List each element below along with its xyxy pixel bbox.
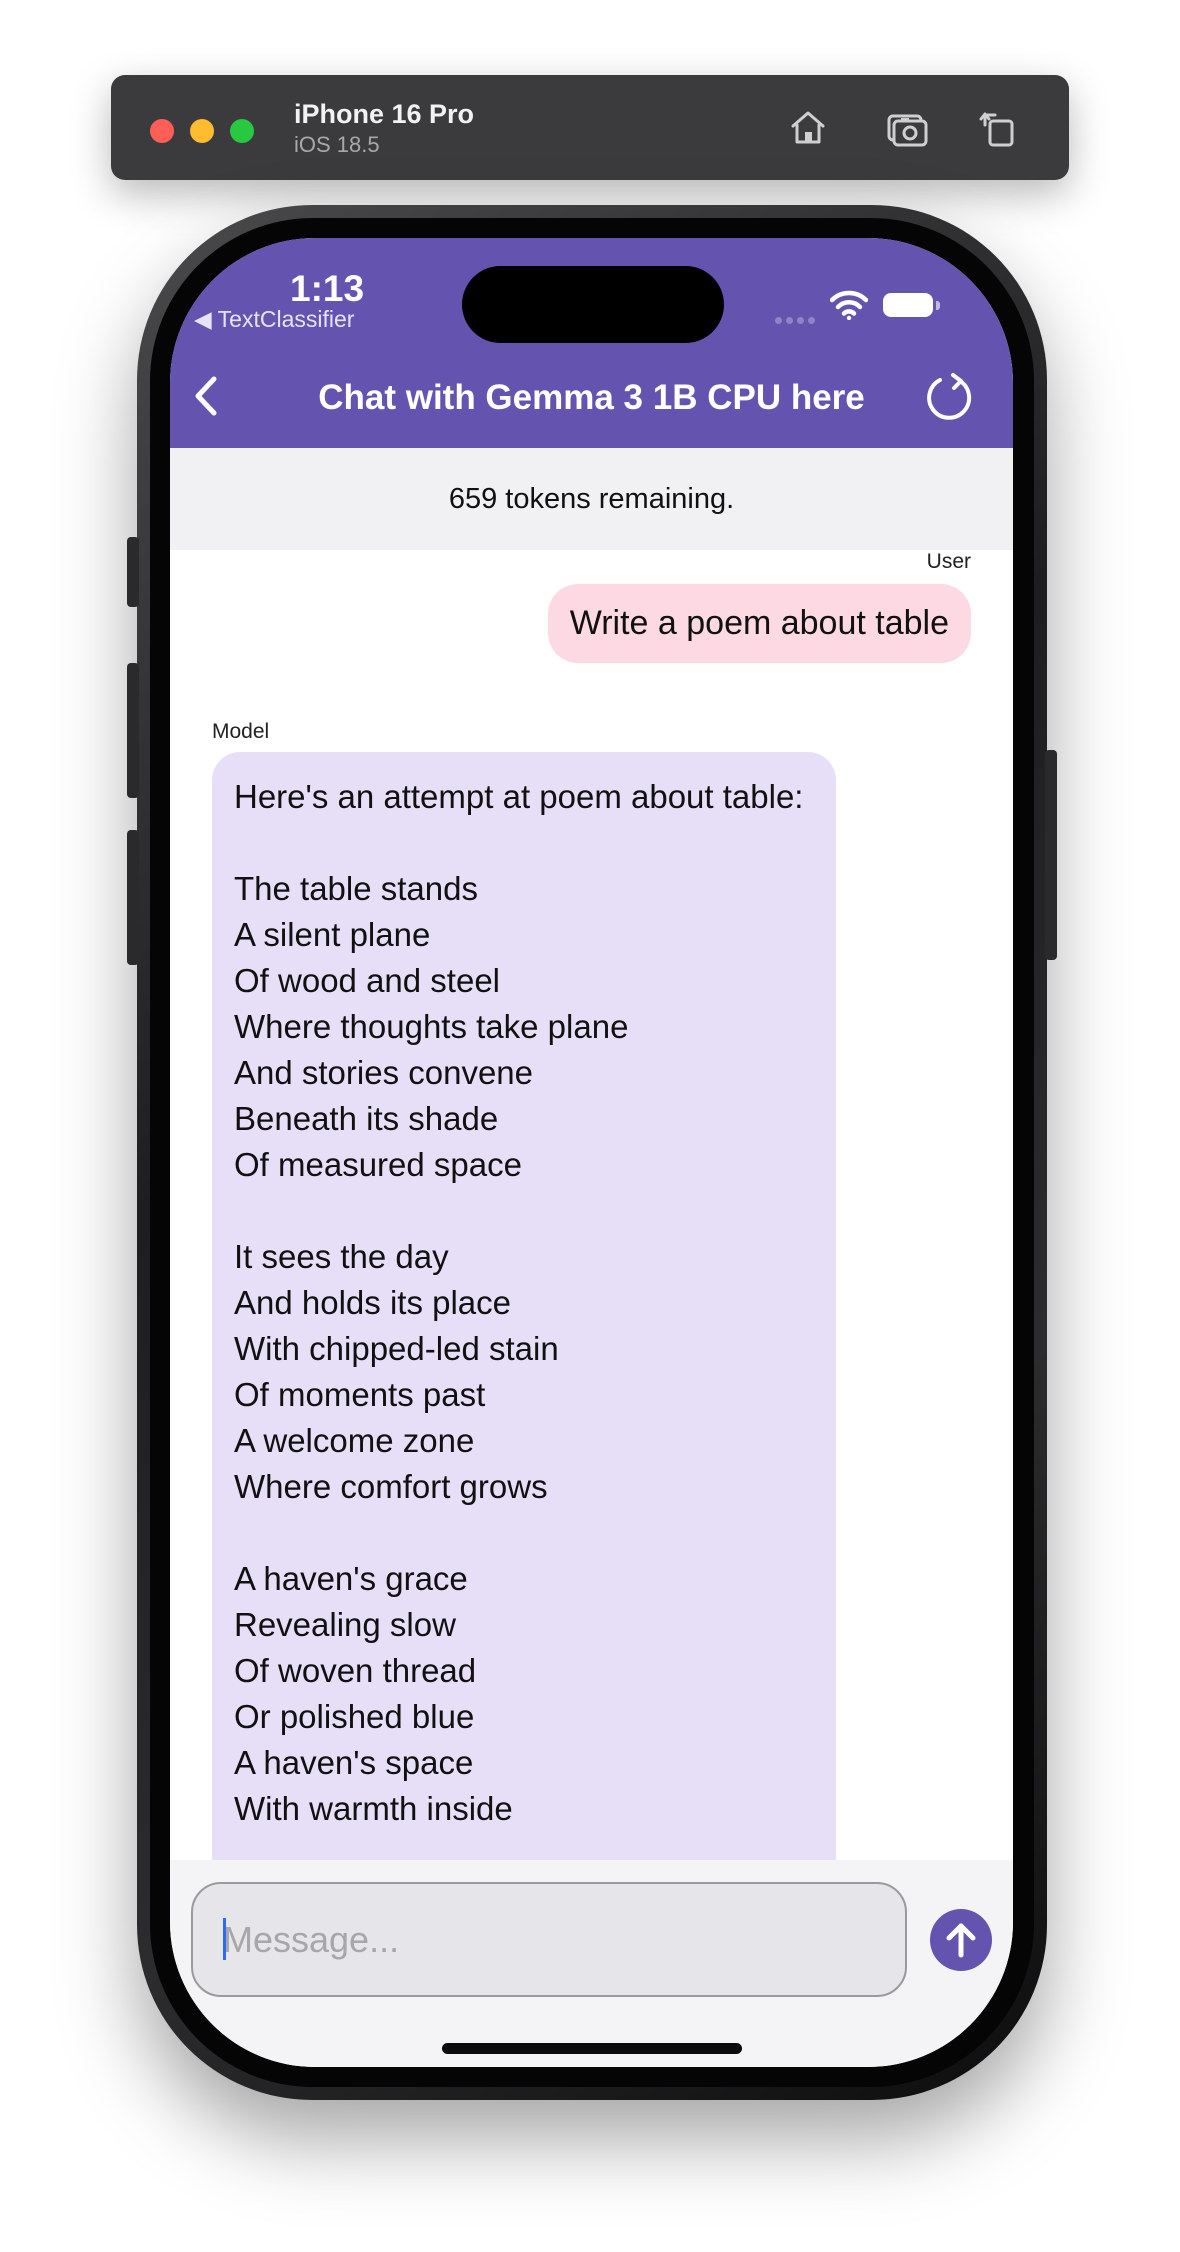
refresh-icon <box>927 373 972 420</box>
action-button <box>127 537 139 607</box>
message-composer <box>170 1860 1013 2067</box>
os-version: iOS 18.5 <box>294 132 380 157</box>
home-indicator <box>442 2043 742 2054</box>
volume-down-button <box>127 830 139 965</box>
status-time: 1:13 <box>290 268 365 309</box>
message-sender-label: Model <box>212 720 270 743</box>
device-name: iPhone 16 Pro <box>294 99 475 129</box>
simulator-title-bar: iPhone 16 Pro iOS 18.5 <box>111 75 1069 180</box>
refresh-button[interactable] <box>920 371 976 427</box>
rotate-button[interactable] <box>977 105 1021 149</box>
screenshot-button[interactable] <box>885 105 929 149</box>
tokens-remaining: 659 tokens remaining. <box>170 448 1013 550</box>
battery-icon <box>883 293 940 317</box>
home-icon <box>791 111 825 144</box>
close-window-button[interactable] <box>150 119 174 143</box>
text-cursor <box>223 1918 226 1960</box>
dynamic-island <box>462 266 724 343</box>
zoom-window-button[interactable] <box>230 119 254 143</box>
back-to-app-link[interactable]: ◀ TextClassifier <box>194 306 354 333</box>
user-message-bubble: Write a poem about table <box>547 584 971 663</box>
page-title: Chat with Gemma 3 1B CPU here <box>318 378 865 417</box>
wifi-icon <box>829 290 869 325</box>
arrow-up-icon <box>946 1923 976 1958</box>
rotate-icon <box>979 112 1014 147</box>
model-message-bubble: Here's an attempt at poem about table: T… <box>212 752 836 1860</box>
volume-up-button <box>127 663 139 798</box>
chat-messages[interactable]: User Write a poem about table Model Here… <box>170 550 1013 1860</box>
minimize-window-button[interactable] <box>190 119 214 143</box>
power-button <box>1045 750 1057 960</box>
message-input[interactable] <box>191 1882 907 1997</box>
home-button[interactable] <box>786 105 830 149</box>
phone-screen: 1:13 ◀ TextClassifier Chat with Gemma 3 … <box>170 238 1013 2067</box>
message-sender-label: User <box>926 550 971 573</box>
screenshot-icon <box>887 114 928 147</box>
send-button[interactable] <box>930 1909 992 1971</box>
app-header: 1:13 ◀ TextClassifier Chat with Gemma 3 … <box>170 238 1013 448</box>
cellular-signal-icon <box>775 311 819 329</box>
